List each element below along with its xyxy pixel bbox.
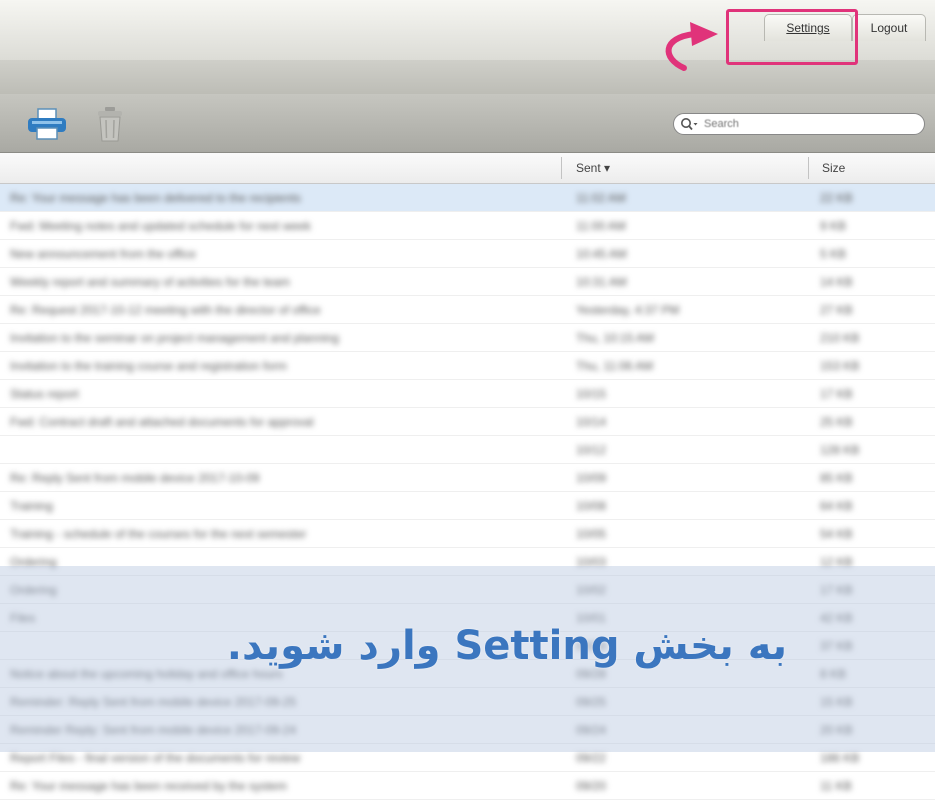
message-sent-date: 10/08 xyxy=(576,499,607,513)
search-input[interactable] xyxy=(702,117,906,131)
message-sent-date: 10/05 xyxy=(576,527,607,541)
message-row[interactable]: Invitation to the training course and re… xyxy=(0,352,935,380)
message-sent-date: 10/12 xyxy=(576,443,607,457)
message-sent-date: 10/09 xyxy=(576,471,607,485)
column-divider[interactable] xyxy=(808,157,809,179)
message-sent-date: 10:31 AM xyxy=(576,275,627,289)
column-header-size[interactable]: Size xyxy=(822,161,845,175)
message-sent-date: 10:45 AM xyxy=(576,247,627,261)
message-size: 11 KB xyxy=(820,779,852,793)
message-row[interactable]: Re: Reply Sent from mobile device 2017-1… xyxy=(0,464,935,492)
column-header-sent[interactable]: Sent ▾ xyxy=(576,161,610,175)
message-row[interactable]: Re: Your message has been delivered to t… xyxy=(0,184,935,212)
search-box[interactable] xyxy=(673,113,925,135)
message-size: 128 KB xyxy=(820,443,860,457)
message-size: 85 KB xyxy=(820,471,853,485)
message-size: 22 KB xyxy=(820,191,853,205)
message-size: 25 KB xyxy=(820,415,853,429)
message-subject: Invitation to the seminar on project man… xyxy=(10,331,339,345)
message-row[interactable]: Fwd: Meeting notes and updated schedule … xyxy=(0,212,935,240)
message-row[interactable]: Re: Your message has been received by th… xyxy=(0,772,935,800)
trash-icon[interactable] xyxy=(96,106,124,142)
message-size: 27 KB xyxy=(820,303,853,317)
message-subject: Training xyxy=(10,499,53,513)
settings-highlight-box xyxy=(726,9,858,65)
message-subject: Fwd: Meeting notes and updated schedule … xyxy=(10,219,311,233)
message-sent-date: 09/22 xyxy=(576,751,607,765)
message-row[interactable]: Re: Request 2017-10-12 meeting with the … xyxy=(0,296,935,324)
message-sent-date: Thu, 11:06 AM xyxy=(576,359,654,373)
toolbar xyxy=(0,94,935,153)
message-size: 5 KB xyxy=(820,247,847,261)
message-sent-date: 09/20 xyxy=(576,779,607,793)
message-sent-date: 11:02 AM xyxy=(576,191,626,205)
message-size: 9 KB xyxy=(820,219,847,233)
message-size: 14 KB xyxy=(820,275,853,289)
message-subject: Report Files - final version of the docu… xyxy=(10,751,301,765)
column-divider[interactable] xyxy=(561,157,562,179)
message-row[interactable]: Status report 10/15 17 KB xyxy=(0,380,935,408)
message-size: 17 KB xyxy=(820,387,853,401)
header-stripe xyxy=(0,60,935,94)
message-subject: Fwd: Contract draft and attached documen… xyxy=(10,415,314,429)
message-sent-date: Thu, 10:15 AM xyxy=(576,331,655,345)
message-row[interactable]: Weekly report and summary of activities … xyxy=(0,268,935,296)
message-list-header: Sent ▾ Size xyxy=(0,153,935,184)
message-size: 153 KB xyxy=(820,359,860,373)
message-size: 210 KB xyxy=(820,331,860,345)
printer-icon[interactable] xyxy=(26,107,68,141)
message-row[interactable]: Fwd: Contract draft and attached documen… xyxy=(0,408,935,436)
message-subject: Re: Request 2017-10-12 meeting with the … xyxy=(10,303,321,317)
message-subject: Re: Your message has been delivered to t… xyxy=(10,191,301,205)
message-row[interactable]: 10/12 128 KB xyxy=(0,436,935,464)
message-subject: Status report xyxy=(10,387,79,401)
message-sent-date: 10/15 xyxy=(576,387,607,401)
message-sent-date: 10/14 xyxy=(576,415,607,429)
message-subject: Re: Your message has been received by th… xyxy=(10,779,287,793)
message-subject: Weekly report and summary of activities … xyxy=(10,275,290,289)
message-sent-date: 11:00 AM xyxy=(576,219,626,233)
message-subject: Invitation to the training course and re… xyxy=(10,359,287,373)
tab-logout[interactable]: Logout xyxy=(852,14,926,41)
message-subject: New announcement from the office xyxy=(10,247,196,261)
message-row[interactable]: Invitation to the seminar on project man… xyxy=(0,324,935,352)
message-row[interactable]: Training 10/08 64 KB xyxy=(0,492,935,520)
pointer-arrow-icon xyxy=(665,22,718,71)
message-subject: Training - schedule of the courses for t… xyxy=(10,527,307,541)
caption-text: به بخش Setting وارد شوید. xyxy=(226,623,787,669)
message-sent-date: Yesterday, 4:37 PM xyxy=(576,303,680,317)
message-subject: Re: Reply Sent from mobile device 2017-1… xyxy=(10,471,260,485)
message-row[interactable]: Training - schedule of the courses for t… xyxy=(0,520,935,548)
message-size: 186 KB xyxy=(820,751,860,765)
message-size: 54 KB xyxy=(820,527,853,541)
search-icon xyxy=(681,118,698,131)
message-size: 64 KB xyxy=(820,499,853,513)
message-row[interactable]: New announcement from the office 10:45 AM… xyxy=(0,240,935,268)
